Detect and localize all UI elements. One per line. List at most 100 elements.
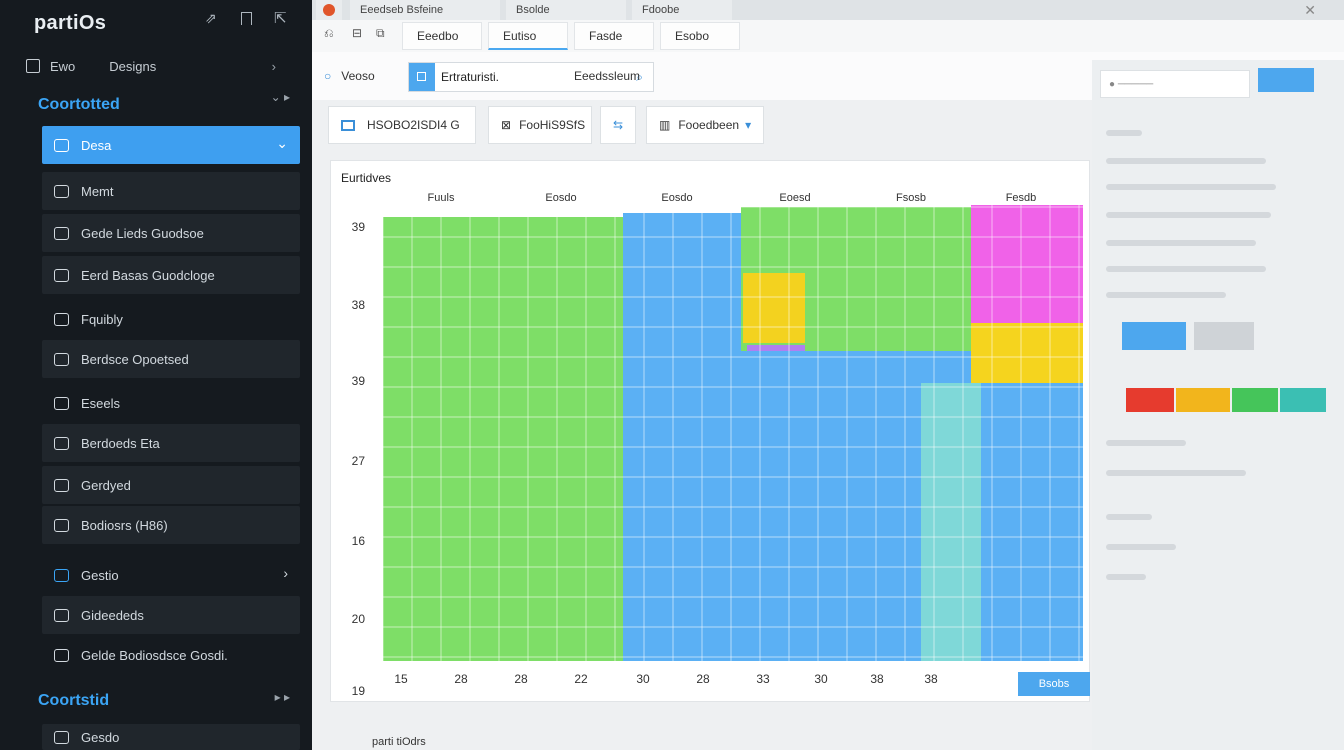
- chart-icon: [341, 119, 355, 131]
- toolbar-tab-1[interactable]: Eeedbo: [402, 22, 482, 50]
- user-icon: [54, 396, 69, 410]
- sidebar: partiOs Ewo Designs › Coortotted ⌄ ▸ Des…: [0, 0, 312, 750]
- doc-icon: [54, 226, 69, 240]
- apply-button[interactable]: [1122, 322, 1186, 350]
- sidebar-item-5[interactable]: Berdsce Opoetsed: [42, 340, 300, 378]
- column-header: Eosdo: [661, 192, 692, 204]
- reset-button[interactable]: [1194, 322, 1254, 350]
- sidebar-item-4[interactable]: Fquibly: [42, 300, 300, 338]
- toolbar-tab-2[interactable]: Eutiso: [488, 22, 568, 50]
- tab-0[interactable]: Eeedseb Bsfeine: [350, 0, 500, 20]
- bottom-action-button[interactable]: Bsobs: [1018, 672, 1090, 696]
- right-panel-button[interactable]: [1258, 68, 1314, 92]
- section-controls-2[interactable]: ▸ ▸: [275, 690, 290, 704]
- rp-line-11: [1106, 574, 1146, 580]
- sidebar-item-label: Memt: [81, 183, 114, 199]
- toolbar2-right-label[interactable]: Eeedssleum: [574, 60, 640, 92]
- sidebar-item-label: Gerdyed: [81, 477, 131, 493]
- view-control[interactable]: ○ Veoso: [324, 60, 375, 92]
- sidebar-item-11[interactable]: Gideededs: [42, 596, 300, 634]
- layout-icon: ▥: [659, 118, 671, 132]
- sidebar-item-label: Fquibly: [81, 311, 123, 327]
- toolbar-tab-3[interactable]: Fasde: [574, 22, 654, 50]
- rp-line-10: [1106, 544, 1176, 550]
- bottom-label: parti tiOdrs: [372, 736, 426, 748]
- rp-line-9: [1106, 514, 1152, 520]
- share-icon[interactable]: [205, 10, 219, 27]
- sidebar-item-7[interactable]: Berdoeds Eta: [42, 424, 300, 462]
- view-label: Veoso: [341, 69, 375, 83]
- folder-icon: [54, 436, 69, 450]
- y-tick-label: 19: [352, 684, 366, 698]
- color-swatch-red[interactable]: [1126, 388, 1174, 412]
- sidebar-item-10[interactable]: Gestio ›: [42, 556, 300, 594]
- sidebar-item-label: Gelde Bodiosdsce Gosdi.: [81, 647, 228, 663]
- sidebar-top-left-label: Ewo: [50, 58, 76, 74]
- sidebar-item-1[interactable]: Memt: [42, 172, 300, 210]
- right-panel-input[interactable]: ● ─────: [1100, 70, 1250, 98]
- rp-heading: [1106, 130, 1142, 136]
- section-title-2: Coortstid: [38, 692, 110, 709]
- tab-2[interactable]: Fdoobe: [632, 0, 732, 20]
- table-icon[interactable]: ⊟: [352, 26, 362, 46]
- toolbar-tab-4[interactable]: Esobo: [660, 22, 740, 50]
- sidebar-item-label: Bodiosrs (H86): [81, 517, 168, 533]
- app-icon: [323, 4, 335, 16]
- heatmap-region-green-left-0: [383, 217, 623, 661]
- heatmap-chart: Fuuls Eosdo Eosdo Eoesd Fsosb Fesdb 39 38 39 27 16…: [352, 192, 1083, 698]
- color-swatch-yellow[interactable]: [1176, 388, 1230, 412]
- sidebar-item-0[interactable]: Desa ⌄: [42, 126, 300, 164]
- color-swatch-green[interactable]: [1232, 388, 1278, 412]
- sidebar-item-2[interactable]: Gede Lieds Guodsoe: [42, 214, 300, 252]
- column-header: Eoesd: [779, 192, 810, 204]
- x-tick-label: 30: [814, 672, 828, 686]
- export-icon[interactable]: [274, 9, 288, 27]
- edit-icon: ⊠: [501, 118, 512, 132]
- sidebar-bottom-item[interactable]: Gesdo: [42, 724, 300, 750]
- copy-icon[interactable]: ⧉: [376, 26, 385, 46]
- sidebar-item-8[interactable]: Gerdyed: [42, 466, 300, 504]
- search-icon: ○: [324, 69, 332, 83]
- sidebar-item-label: Desa: [81, 137, 112, 153]
- sidebar-item-label: Gede Lieds Guodsoe: [81, 225, 204, 241]
- filter-value: Ertraturisti.: [441, 70, 500, 84]
- sort-button[interactable]: ⇆: [600, 106, 636, 144]
- toolbar-primary: ⎌ ⊟ ⧉ Eeedbo Eutiso Fasde Esobo: [312, 20, 1344, 53]
- rp-line-7: [1106, 440, 1186, 446]
- chart-button-1[interactable]: HSOBO2ISDI4 G: [328, 106, 476, 144]
- table-icon: [54, 268, 69, 282]
- tab-label: Bsolde: [516, 4, 550, 16]
- section-title-1: Coortotted: [38, 96, 120, 113]
- tab-1[interactable]: Bsolde: [506, 0, 626, 20]
- sidebar-top-row[interactable]: Ewo Designs ›: [26, 50, 306, 82]
- settings-icon: [54, 648, 69, 662]
- close-icon[interactable]: ✕: [1304, 2, 1316, 19]
- x-tick-label: 38: [924, 672, 938, 686]
- tab-bar: Eeedseb Bsfeine Bsolde Fdoobe ✕: [312, 0, 1344, 20]
- heatmap-region-yellow-b-7: [971, 323, 1083, 383]
- sidebar-item-12[interactable]: Gelde Bodiosdsce Gosdi.: [42, 636, 300, 674]
- rp-line-8: [1106, 470, 1246, 476]
- calendar-icon: [54, 568, 69, 582]
- doc-icon: [54, 730, 69, 744]
- x-tick-label: 22: [574, 672, 588, 686]
- pencil-icon: [54, 478, 69, 492]
- main-area: Eeedseb Bsfeine Bsolde Fdoobe ✕ ⎌ ⊟ ⧉ Ee…: [312, 0, 1344, 750]
- tab-app-icon[interactable]: [316, 0, 342, 20]
- chart-button-2[interactable]: ⊠ FooHiS9SfS: [488, 106, 592, 144]
- section-controls-1[interactable]: ⌄ ▸: [271, 90, 290, 104]
- undo-icon[interactable]: ⎌: [324, 26, 334, 46]
- grid-icon: [26, 59, 40, 73]
- chart-button-3[interactable]: ▥ Fooedbeen ▾: [646, 106, 764, 144]
- x-tick-label: 30: [636, 672, 650, 686]
- chevron-right-icon[interactable]: ›: [272, 59, 276, 74]
- sidebar-item-6[interactable]: Eseels: [42, 384, 300, 422]
- tab-label: Eeedbo: [417, 29, 459, 43]
- color-swatch-teal[interactable]: [1280, 388, 1326, 412]
- sidebar-item-3[interactable]: Eerd Basas Guodcloge: [42, 256, 300, 294]
- tab-label: Eutiso: [503, 28, 537, 43]
- bookmark-icon[interactable]: [241, 12, 252, 25]
- sidebar-item-9[interactable]: Bodiosrs (H86): [42, 506, 300, 544]
- x-tick-label: 28: [454, 672, 468, 686]
- y-tick-label: 20: [352, 612, 366, 626]
